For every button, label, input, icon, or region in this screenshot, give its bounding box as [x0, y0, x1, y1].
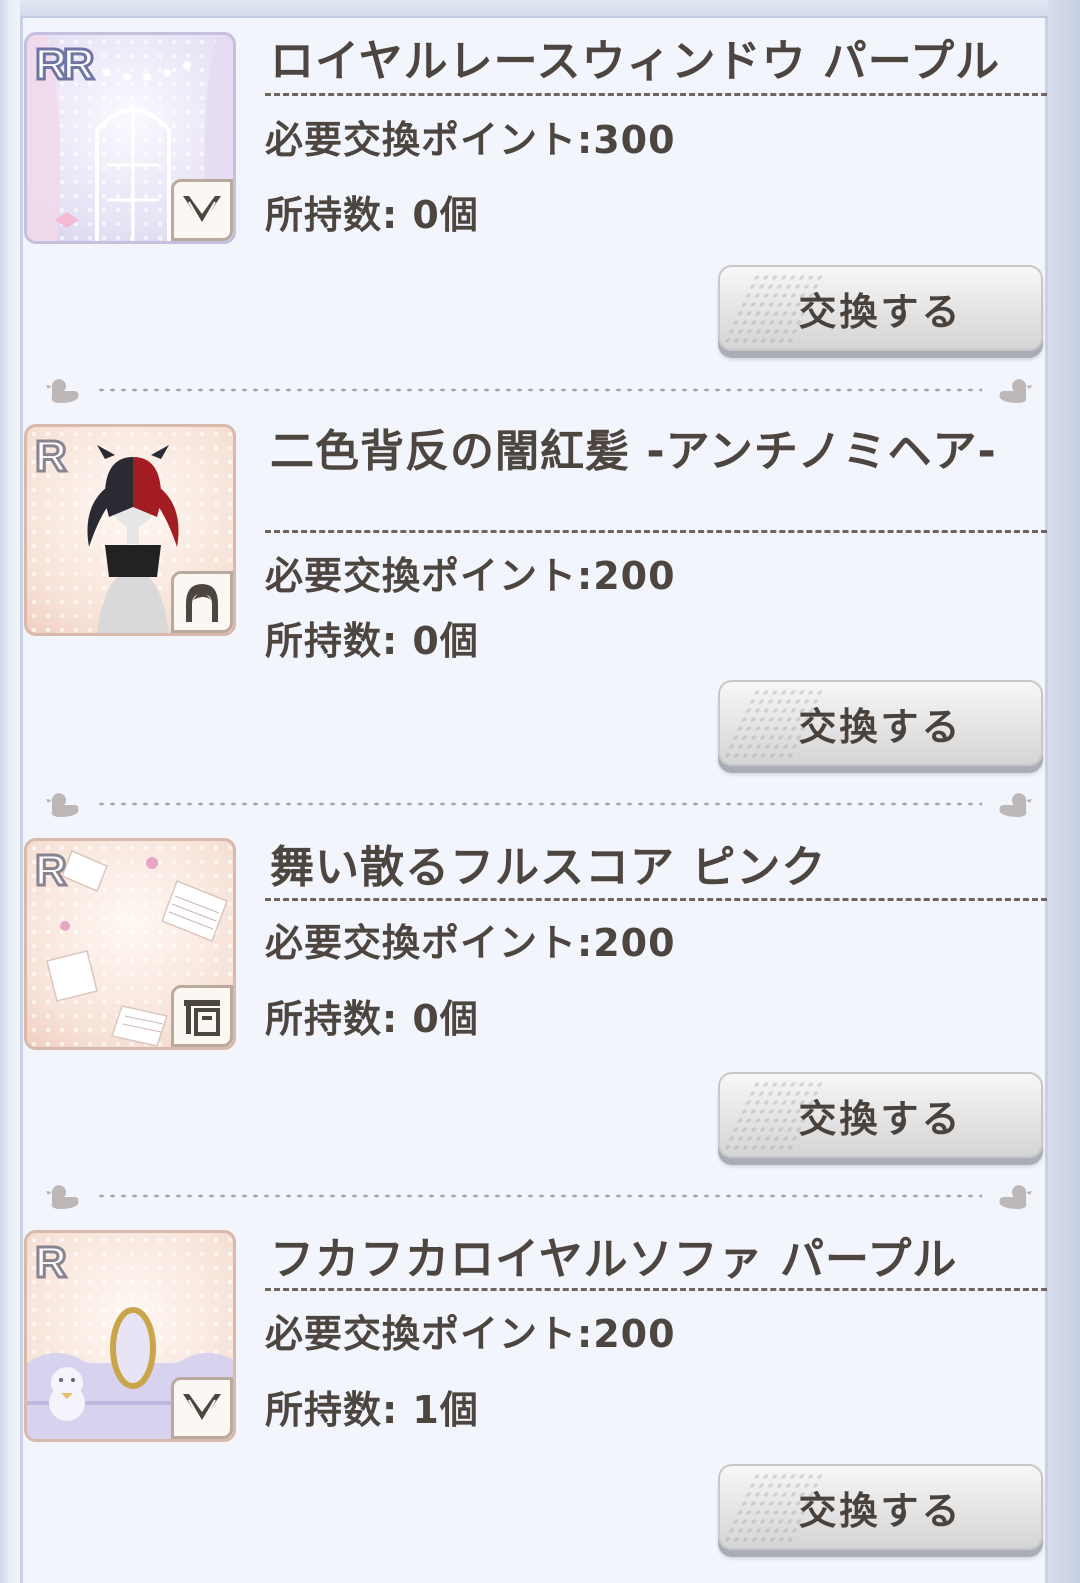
- title-underline: [265, 93, 1047, 96]
- item-thumbnail[interactable]: R: [24, 424, 236, 636]
- exchange-button-label: 交換する: [798, 289, 963, 334]
- item-title: フカフカロイヤルソファ パープル: [270, 1234, 958, 1285]
- panel-top-edge: [20, 0, 1048, 18]
- title-underline: [265, 898, 1047, 901]
- owned-count: 所持数: 0個: [265, 997, 479, 1041]
- required-points: 必要交換ポイント:200: [265, 1312, 676, 1356]
- duck-icon: [999, 793, 1032, 817]
- item-title: 二色背反の闇紅髪 -アンチノミヘア-: [270, 426, 997, 477]
- wings-icon: [171, 179, 233, 241]
- exchange-button-label: 交換する: [798, 704, 963, 749]
- item-divider: [44, 1182, 1034, 1210]
- item-thumbnail[interactable]: R: [24, 838, 236, 1050]
- exchange-button[interactable]: 交換する: [718, 1464, 1043, 1550]
- item-thumbnail[interactable]: RR: [24, 32, 236, 244]
- duck-icon: [46, 379, 79, 403]
- item-title: ロイヤルレースウィンドウ パープル: [270, 36, 1001, 87]
- item-divider: [44, 790, 1034, 818]
- owned-count: 所持数: 0個: [265, 619, 479, 663]
- duck-icon: [999, 379, 1032, 403]
- owned-count: 所持数: 0個: [265, 193, 479, 237]
- rarity-badge: RR: [34, 39, 97, 90]
- exchange-button[interactable]: 交換する: [718, 1072, 1043, 1158]
- wings-icon: [171, 1377, 233, 1439]
- duck-icon: [46, 793, 79, 817]
- furniture-icon: [171, 985, 233, 1047]
- required-points: 必要交換ポイント:200: [265, 554, 676, 598]
- exchange-button[interactable]: 交換する: [718, 265, 1043, 351]
- rarity-badge: R: [34, 431, 69, 482]
- owned-count: 所持数: 1個: [265, 1388, 479, 1432]
- rarity-badge: R: [34, 1237, 69, 1288]
- rarity-badge: R: [34, 845, 69, 896]
- required-points: 必要交換ポイント:300: [265, 118, 676, 162]
- item-thumbnail[interactable]: R: [24, 1230, 236, 1442]
- duck-icon: [999, 1185, 1032, 1209]
- exchange-button[interactable]: 交換する: [718, 680, 1043, 766]
- required-points: 必要交換ポイント:200: [265, 921, 676, 965]
- exchange-button-label: 交換する: [798, 1488, 963, 1533]
- duck-icon: [46, 1185, 79, 1209]
- title-underline: [265, 1288, 1047, 1291]
- item-title: 舞い散るフルスコア ピンク: [270, 842, 827, 893]
- title-underline: [265, 530, 1047, 533]
- hair-icon: [171, 571, 233, 633]
- item-divider: [44, 376, 1034, 404]
- exchange-button-label: 交換する: [798, 1096, 963, 1141]
